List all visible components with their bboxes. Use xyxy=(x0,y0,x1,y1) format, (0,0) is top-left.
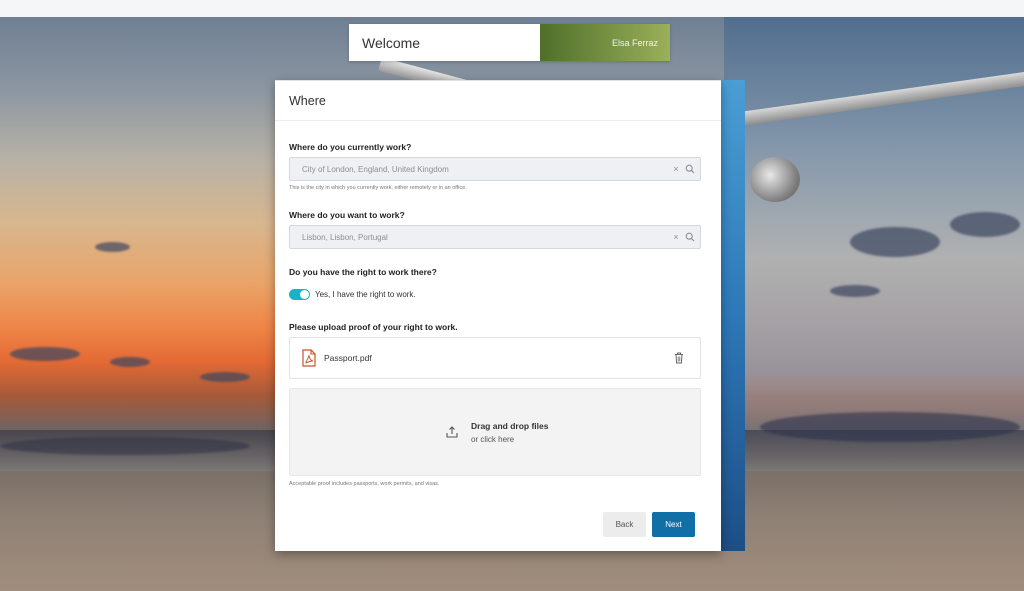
right-to-work-toggle-row[interactable]: Yes, I have the right to work. xyxy=(289,289,416,300)
uploaded-file-row: Passport.pdf xyxy=(289,337,701,379)
dropzone-title[interactable]: Drag and drop files xyxy=(471,421,548,431)
dropzone-subtitle[interactable]: or click here xyxy=(471,435,514,444)
right-to-work-label: Do you have the right to work there? xyxy=(289,267,437,277)
upload-icon xyxy=(446,426,458,438)
desired-work-field[interactable]: Lisbon, Lisbon, Portugal × xyxy=(289,225,701,249)
desired-work-label: Where do you want to work? xyxy=(289,210,405,220)
current-work-label: Where do you currently work? xyxy=(289,142,412,152)
upload-help: Acceptable proof includes passports, wor… xyxy=(289,481,440,487)
card-accent-strip xyxy=(718,80,745,551)
card-title: Where xyxy=(289,94,326,108)
user-name[interactable]: Elsa Ferraz xyxy=(540,24,670,61)
clear-icon[interactable]: × xyxy=(670,232,682,242)
right-to-work-toggle[interactable] xyxy=(289,289,310,300)
right-to-work-toggle-text[interactable]: Yes, I have the right to work. xyxy=(315,290,416,299)
welcome-title: Welcome xyxy=(349,24,540,61)
trash-icon[interactable] xyxy=(672,351,686,365)
top-bar xyxy=(0,0,1024,17)
search-icon[interactable] xyxy=(682,229,698,245)
current-work-field[interactable]: City of London, England, United Kingdom … xyxy=(289,157,701,181)
upload-label: Please upload proof of your right to wor… xyxy=(289,322,458,332)
card-divider xyxy=(275,120,721,121)
file-dropzone[interactable]: Drag and drop files or click here xyxy=(289,388,701,476)
next-button[interactable]: Next xyxy=(652,512,695,537)
desired-work-value[interactable]: Lisbon, Lisbon, Portugal xyxy=(290,233,670,242)
uploaded-file-name[interactable]: Passport.pdf xyxy=(324,353,672,363)
current-work-value[interactable]: City of London, England, United Kingdom xyxy=(290,165,670,174)
search-icon[interactable] xyxy=(682,161,698,177)
where-form-card: Where Where do you currently work? City … xyxy=(275,80,721,551)
pdf-file-icon xyxy=(302,349,316,367)
welcome-header: Welcome Elsa Ferraz xyxy=(349,24,670,61)
current-work-help: This is the city in which you currently … xyxy=(289,185,467,191)
clear-icon[interactable]: × xyxy=(670,164,682,174)
back-button[interactable]: Back xyxy=(603,512,646,537)
